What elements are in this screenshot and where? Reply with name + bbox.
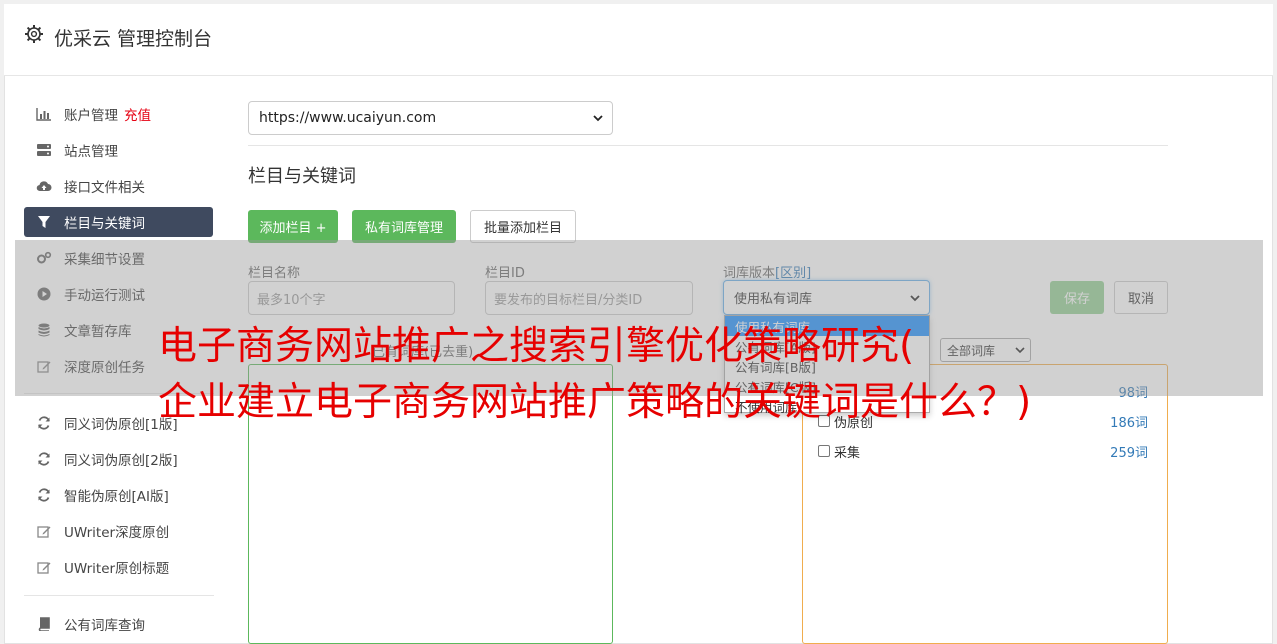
keyword-lib-row[interactable]: 采集 259词 xyxy=(818,441,1148,461)
sidebar-item-public-lib[interactable]: 公有词库查询 xyxy=(24,609,213,639)
private-lib-button[interactable]: 私有词库管理 xyxy=(352,210,456,243)
sidebar-item-ai-rewrite[interactable]: 智能伪原创[AI版] xyxy=(24,480,213,510)
sidebar-divider xyxy=(24,595,214,596)
server-icon xyxy=(36,142,52,158)
batch-add-button[interactable]: 批量添加栏目 xyxy=(470,210,576,243)
edit-icon xyxy=(36,559,52,575)
sidebar-item-label: 账户管理 xyxy=(64,108,118,124)
site-select-value: https://www.ucaiyun.com xyxy=(259,110,437,126)
sidebar-item-label: 站点管理 xyxy=(64,144,118,160)
sidebar-item-label: UWriter原创标题 xyxy=(64,561,170,577)
sidebar-item-uwriter-title[interactable]: UWriter原创标题 xyxy=(24,552,213,582)
refresh-icon xyxy=(36,415,52,431)
bar-chart-icon xyxy=(36,106,52,122)
chevron-down-icon xyxy=(593,115,603,122)
sidebar-item-label: 接口文件相关 xyxy=(64,180,145,196)
refresh-icon xyxy=(36,487,52,503)
sidebar-item-synonym-v2[interactable]: 同义词伪原创[2版] xyxy=(24,444,213,474)
keyword-count[interactable]: 259词 xyxy=(1110,442,1148,461)
sidebar-item-label: 智能伪原创[AI版] xyxy=(64,489,169,505)
recharge-link[interactable]: 充值 xyxy=(124,104,151,124)
headline-line-2: 企业建立电子商务网站推广策略的关键词是什么？) xyxy=(158,380,1032,425)
cloud-upload-icon xyxy=(36,178,52,194)
site-select[interactable]: https://www.ucaiyun.com xyxy=(248,101,613,135)
section-title: 栏目与关键词 xyxy=(248,166,356,187)
sidebar-item-label: 同义词伪原创[2版] xyxy=(64,453,178,469)
keyword-checkbox[interactable] xyxy=(818,445,830,457)
book-icon xyxy=(36,616,52,632)
header-bar: 优采云 管理控制台 xyxy=(4,4,1273,76)
filter-icon xyxy=(36,214,52,230)
gear-icon xyxy=(25,25,43,43)
sidebar-item-label: 公有词库查询 xyxy=(64,618,145,634)
sidebar-item-columns[interactable]: 栏目与关键词 xyxy=(24,207,213,237)
headline-line-1: 电子商务网站推广之搜索引擎优化策略研究( xyxy=(158,324,915,369)
sidebar-item-label: UWriter深度原创 xyxy=(64,525,170,541)
sidebar-item-uwriter-deep[interactable]: UWriter深度原创 xyxy=(24,516,213,546)
sidebar-item-sites[interactable]: 站点管理 xyxy=(24,135,213,165)
article-headline: 电子商务网站推广之搜索引擎优化策略研究( 企业建立电子商务网站推广策略的关键词是… xyxy=(158,319,1138,431)
sidebar-item-label: 栏目与关键词 xyxy=(64,216,145,232)
sidebar-item-interface[interactable]: 接口文件相关 xyxy=(24,171,213,201)
edit-icon xyxy=(36,523,52,539)
keyword-lib-name: 采集 xyxy=(834,445,861,461)
divider xyxy=(248,145,1168,146)
page-title: 优采云 管理控制台 xyxy=(54,28,213,50)
sidebar-item-account[interactable]: 账户管理 充值 xyxy=(24,99,213,129)
refresh-icon xyxy=(36,451,52,467)
add-column-button[interactable]: 添加栏目 + xyxy=(248,210,338,243)
